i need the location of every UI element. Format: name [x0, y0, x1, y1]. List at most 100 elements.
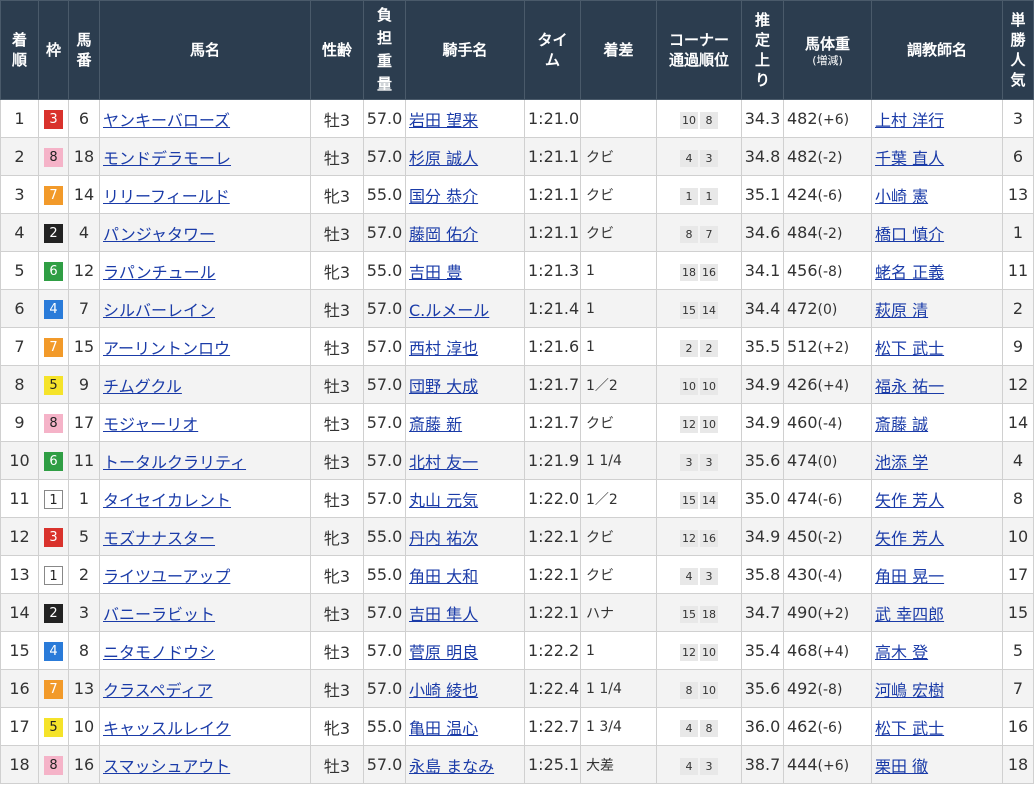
- horse-name-link[interactable]: チムグクル: [103, 377, 182, 396]
- jockey-link[interactable]: 北村 友一: [409, 453, 478, 472]
- jockey-link[interactable]: 杉原 誠人: [409, 149, 478, 168]
- trainer-link[interactable]: 萩原 清: [875, 301, 928, 320]
- header-horse-name: 馬名: [99, 0, 311, 100]
- horse-name-link[interactable]: クラスペディア: [103, 681, 212, 700]
- horse-name-link[interactable]: リリーフィールド: [103, 187, 230, 206]
- jockey-link[interactable]: C.ルメール: [409, 301, 489, 320]
- horse-name-cell: トータルクラリティ: [99, 441, 311, 480]
- corner-position-cell: 10 10: [656, 365, 742, 404]
- body-weight-diff: (0): [817, 454, 838, 470]
- trainer-link[interactable]: 松下 武士: [875, 339, 944, 358]
- horse-name-link[interactable]: ライツユーアップ: [103, 567, 230, 586]
- horse-name-link[interactable]: キャッスルレイク: [103, 719, 231, 738]
- corner-pos-2: 3: [700, 757, 718, 775]
- rank-cell: 8: [0, 365, 39, 404]
- sex-age-cell: 牝3: [310, 707, 364, 746]
- table-row: 9 8 17 モジャーリオ 牡3 57.0 斎藤 新 1:21.7 クビ 12 10 34.9 460(…: [0, 403, 1034, 442]
- jockey-link[interactable]: 菅原 明良: [409, 643, 478, 662]
- trainer-link[interactable]: 小崎 憲: [875, 187, 928, 206]
- jockey-link[interactable]: 小崎 綾也: [409, 681, 478, 700]
- jockey-link[interactable]: 永島 まなみ: [409, 757, 494, 776]
- jockey-link[interactable]: 丸山 元気: [409, 491, 478, 510]
- trainer-link[interactable]: 角田 晃一: [875, 567, 944, 586]
- margin-cell: 1／2: [580, 365, 657, 404]
- jockey-link[interactable]: 国分 恭介: [409, 187, 478, 206]
- margin-cell: 1: [580, 289, 657, 328]
- jockey-link[interactable]: 斎藤 新: [409, 415, 462, 434]
- waku-badge: 7: [44, 679, 63, 699]
- horse-name-link[interactable]: スマッシュアウト: [103, 757, 230, 776]
- umaban-cell: 16: [68, 745, 100, 784]
- margin-cell: 1 1/4: [580, 441, 657, 480]
- horse-name-link[interactable]: モンドデラモーレ: [103, 149, 231, 168]
- time-cell: 1:22.7: [524, 707, 581, 746]
- horse-name-link[interactable]: シルバーレイン: [103, 301, 215, 320]
- horse-name-link[interactable]: ラパンチュール: [103, 263, 216, 282]
- jockey-cell: 藤岡 佑介: [405, 213, 525, 252]
- horse-name-link[interactable]: モズナナスター: [103, 529, 215, 548]
- horse-name-link[interactable]: アーリントンロウ: [103, 339, 230, 358]
- popularity-cell: 9: [1002, 327, 1034, 366]
- trainer-link[interactable]: 橋口 慎介: [875, 225, 944, 244]
- body-weight-diff: (-2): [817, 226, 843, 242]
- trainer-cell: 栗田 徹: [871, 745, 1003, 784]
- horse-name-cell: シルバーレイン: [99, 289, 311, 328]
- trainer-link[interactable]: 武 幸四郎: [875, 605, 944, 624]
- last-3f-cell: 35.1: [741, 175, 784, 214]
- corner-position-cell: 43: [656, 745, 742, 784]
- umaban-cell: 5: [68, 517, 100, 556]
- popularity-cell: 1: [1002, 213, 1034, 252]
- table-row: 1 3 6 ヤンキーバローズ 牡3 57.0 岩田 望来 1:21.0 10 8 34.3 482(+…: [0, 99, 1034, 138]
- waku-badge: 8: [44, 755, 63, 775]
- weight-carried-cell: 55.0: [363, 707, 406, 746]
- last-3f-cell: 35.8: [741, 555, 784, 594]
- horse-name-link[interactable]: モジャーリオ: [103, 415, 198, 434]
- body-weight-cell: 430(-4): [783, 555, 872, 594]
- body-weight-cell: 482(-2): [783, 137, 872, 176]
- trainer-link[interactable]: 上村 洋行: [875, 111, 944, 130]
- horse-name-link[interactable]: タイセイカレント: [103, 491, 231, 510]
- trainer-link[interactable]: 斎藤 誠: [875, 415, 928, 434]
- trainer-link[interactable]: 池添 学: [875, 453, 928, 472]
- trainer-link[interactable]: 松下 武士: [875, 719, 944, 738]
- corner-position-cell: 15 14: [656, 289, 742, 328]
- horse-name-link[interactable]: バニーラビット: [103, 605, 215, 624]
- body-weight-value: 482: [787, 109, 818, 128]
- jockey-link[interactable]: 藤岡 佑介: [409, 225, 478, 244]
- trainer-link[interactable]: 矢作 芳人: [875, 529, 944, 548]
- body-weight-diff: (+6): [817, 112, 850, 128]
- horse-name-link[interactable]: ヤンキーバローズ: [103, 111, 230, 130]
- horse-name-link[interactable]: パンジャタワー: [103, 225, 215, 244]
- jockey-link[interactable]: 亀田 温心: [409, 719, 478, 738]
- horse-name-link[interactable]: ニタモノドウシ: [103, 643, 215, 662]
- trainer-link[interactable]: 栗田 徹: [875, 757, 928, 776]
- jockey-link[interactable]: 岩田 望来: [409, 111, 478, 130]
- jockey-link[interactable]: 角田 大和: [409, 567, 478, 586]
- trainer-link[interactable]: 矢作 芳人: [875, 491, 944, 510]
- body-weight-value: 484: [787, 223, 818, 242]
- jockey-link[interactable]: 西村 淳也: [409, 339, 478, 358]
- jockey-cell: 小崎 綾也: [405, 669, 525, 708]
- jockey-link[interactable]: 吉田 豊: [409, 263, 462, 282]
- corner-pos-1: 4: [680, 719, 698, 737]
- jockey-link[interactable]: 団野 大成: [409, 377, 478, 396]
- body-weight-cell: 468(+4): [783, 631, 872, 670]
- trainer-link[interactable]: 蛯名 正義: [875, 263, 944, 282]
- last-3f-cell: 34.9: [741, 403, 784, 442]
- jockey-link[interactable]: 丹内 祐次: [409, 529, 478, 548]
- waku-badge: 8: [44, 147, 63, 167]
- waku-badge: 1: [44, 489, 63, 509]
- jockey-cell: 吉田 隼人: [405, 593, 525, 632]
- rank-cell: 9: [0, 403, 39, 442]
- umaban-cell: 11: [68, 441, 100, 480]
- trainer-link[interactable]: 福永 祐一: [875, 377, 944, 396]
- trainer-link[interactable]: 千葉 直人: [875, 149, 944, 168]
- trainer-link[interactable]: 河嶋 宏樹: [875, 681, 944, 700]
- body-weight-value: 424: [787, 185, 818, 204]
- horse-name-link[interactable]: トータルクラリティ: [103, 453, 246, 472]
- body-weight-diff: (+2): [817, 340, 850, 356]
- trainer-link[interactable]: 高木 登: [875, 643, 928, 662]
- waku-badge: 6: [44, 451, 63, 471]
- jockey-link[interactable]: 吉田 隼人: [409, 605, 478, 624]
- popularity-cell: 3: [1002, 99, 1034, 138]
